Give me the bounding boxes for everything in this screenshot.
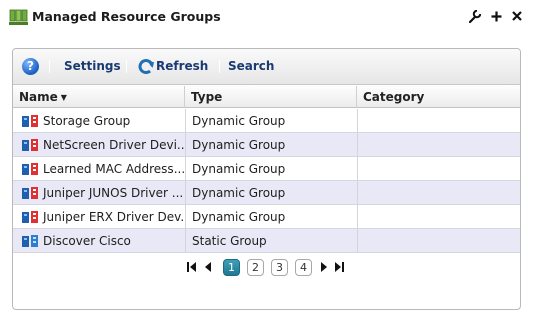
table-row[interactable]: Discover Cisco Static Group (13, 229, 520, 253)
portlet-titlebar: Managed Resource Groups (0, 0, 533, 34)
plus-icon[interactable] (490, 8, 502, 24)
toolbar-separator (219, 60, 220, 73)
grid-body: Storage Group Dynamic Group NetScreen Dr… (13, 109, 520, 253)
cell-type: Static Group (185, 229, 357, 253)
table-row[interactable]: Storage Group Dynamic Group (13, 109, 520, 133)
cell-category (357, 109, 520, 133)
table-row[interactable]: Juniper JUNOS Driver ... Dynamic Group (13, 181, 520, 205)
cell-type: Dynamic Group (185, 157, 357, 181)
cell-name: NetScreen Driver Devi... (43, 138, 185, 152)
first-page-icon[interactable] (187, 262, 196, 275)
wrench-icon[interactable] (469, 8, 481, 24)
pagination: 1 2 3 4 (13, 257, 520, 281)
help-icon[interactable]: ? (22, 58, 39, 75)
column-header-name-label: Name (19, 90, 58, 104)
page-button-4[interactable]: 4 (295, 259, 312, 276)
refresh-button[interactable]: Refresh (156, 59, 208, 73)
cell-category (357, 133, 520, 157)
cell-category (357, 157, 520, 181)
toolbar: ? Settings Refresh Search (13, 49, 520, 85)
cell-name: Juniper JUNOS Driver ... (43, 186, 184, 200)
grid-header: Name ▼ Type Category (13, 86, 520, 108)
managed-resource-groups-portlet: Managed Resource Groups ? Settings Refre… (0, 0, 533, 316)
cell-type: Dynamic Group (185, 181, 357, 205)
table-row[interactable]: NetScreen Driver Devi... Dynamic Group (13, 133, 520, 157)
last-page-icon[interactable] (335, 262, 344, 275)
table-row[interactable]: Learned MAC Address... Dynamic Group (13, 157, 520, 181)
cell-name: Storage Group (43, 114, 131, 128)
cell-type: Dynamic Group (185, 205, 357, 229)
cell-name: Learned MAC Address... (43, 162, 185, 176)
portlet-title: Managed Resource Groups (32, 9, 221, 24)
column-header-type[interactable]: Type (185, 86, 357, 108)
page-button-1[interactable]: 1 (223, 259, 240, 276)
page-button-3[interactable]: 3 (271, 259, 288, 276)
cell-category (357, 181, 520, 205)
toolbar-separator (49, 60, 50, 73)
sort-descending-icon: ▼ (60, 93, 67, 102)
cell-category (357, 205, 520, 229)
cell-type: Dynamic Group (185, 109, 357, 133)
resource-groups-icon (9, 9, 28, 25)
cell-category (357, 229, 520, 253)
cell-type: Dynamic Group (185, 133, 357, 157)
column-header-type-label: Type (191, 90, 223, 104)
column-header-category-label: Category (363, 90, 425, 104)
refresh-icon[interactable] (137, 58, 155, 76)
toolbar-separator (126, 60, 127, 73)
column-header-name[interactable]: Name ▼ (13, 86, 185, 108)
table-row[interactable]: Juniper ERX Driver Dev... Dynamic Group (13, 205, 520, 229)
page-button-2[interactable]: 2 (247, 259, 264, 276)
next-page-icon[interactable] (321, 262, 327, 275)
column-header-category[interactable]: Category (357, 86, 520, 108)
cell-name: Juniper ERX Driver Dev... (43, 210, 185, 224)
portlet-controls (469, 8, 523, 24)
cell-name: Discover Cisco (43, 234, 131, 248)
close-icon[interactable] (511, 8, 523, 24)
previous-page-icon[interactable] (205, 262, 211, 275)
groups-panel: ? Settings Refresh Search Name ▼ Type Cat… (12, 48, 521, 310)
settings-button[interactable]: Settings (64, 59, 121, 73)
search-button[interactable]: Search (228, 59, 274, 73)
